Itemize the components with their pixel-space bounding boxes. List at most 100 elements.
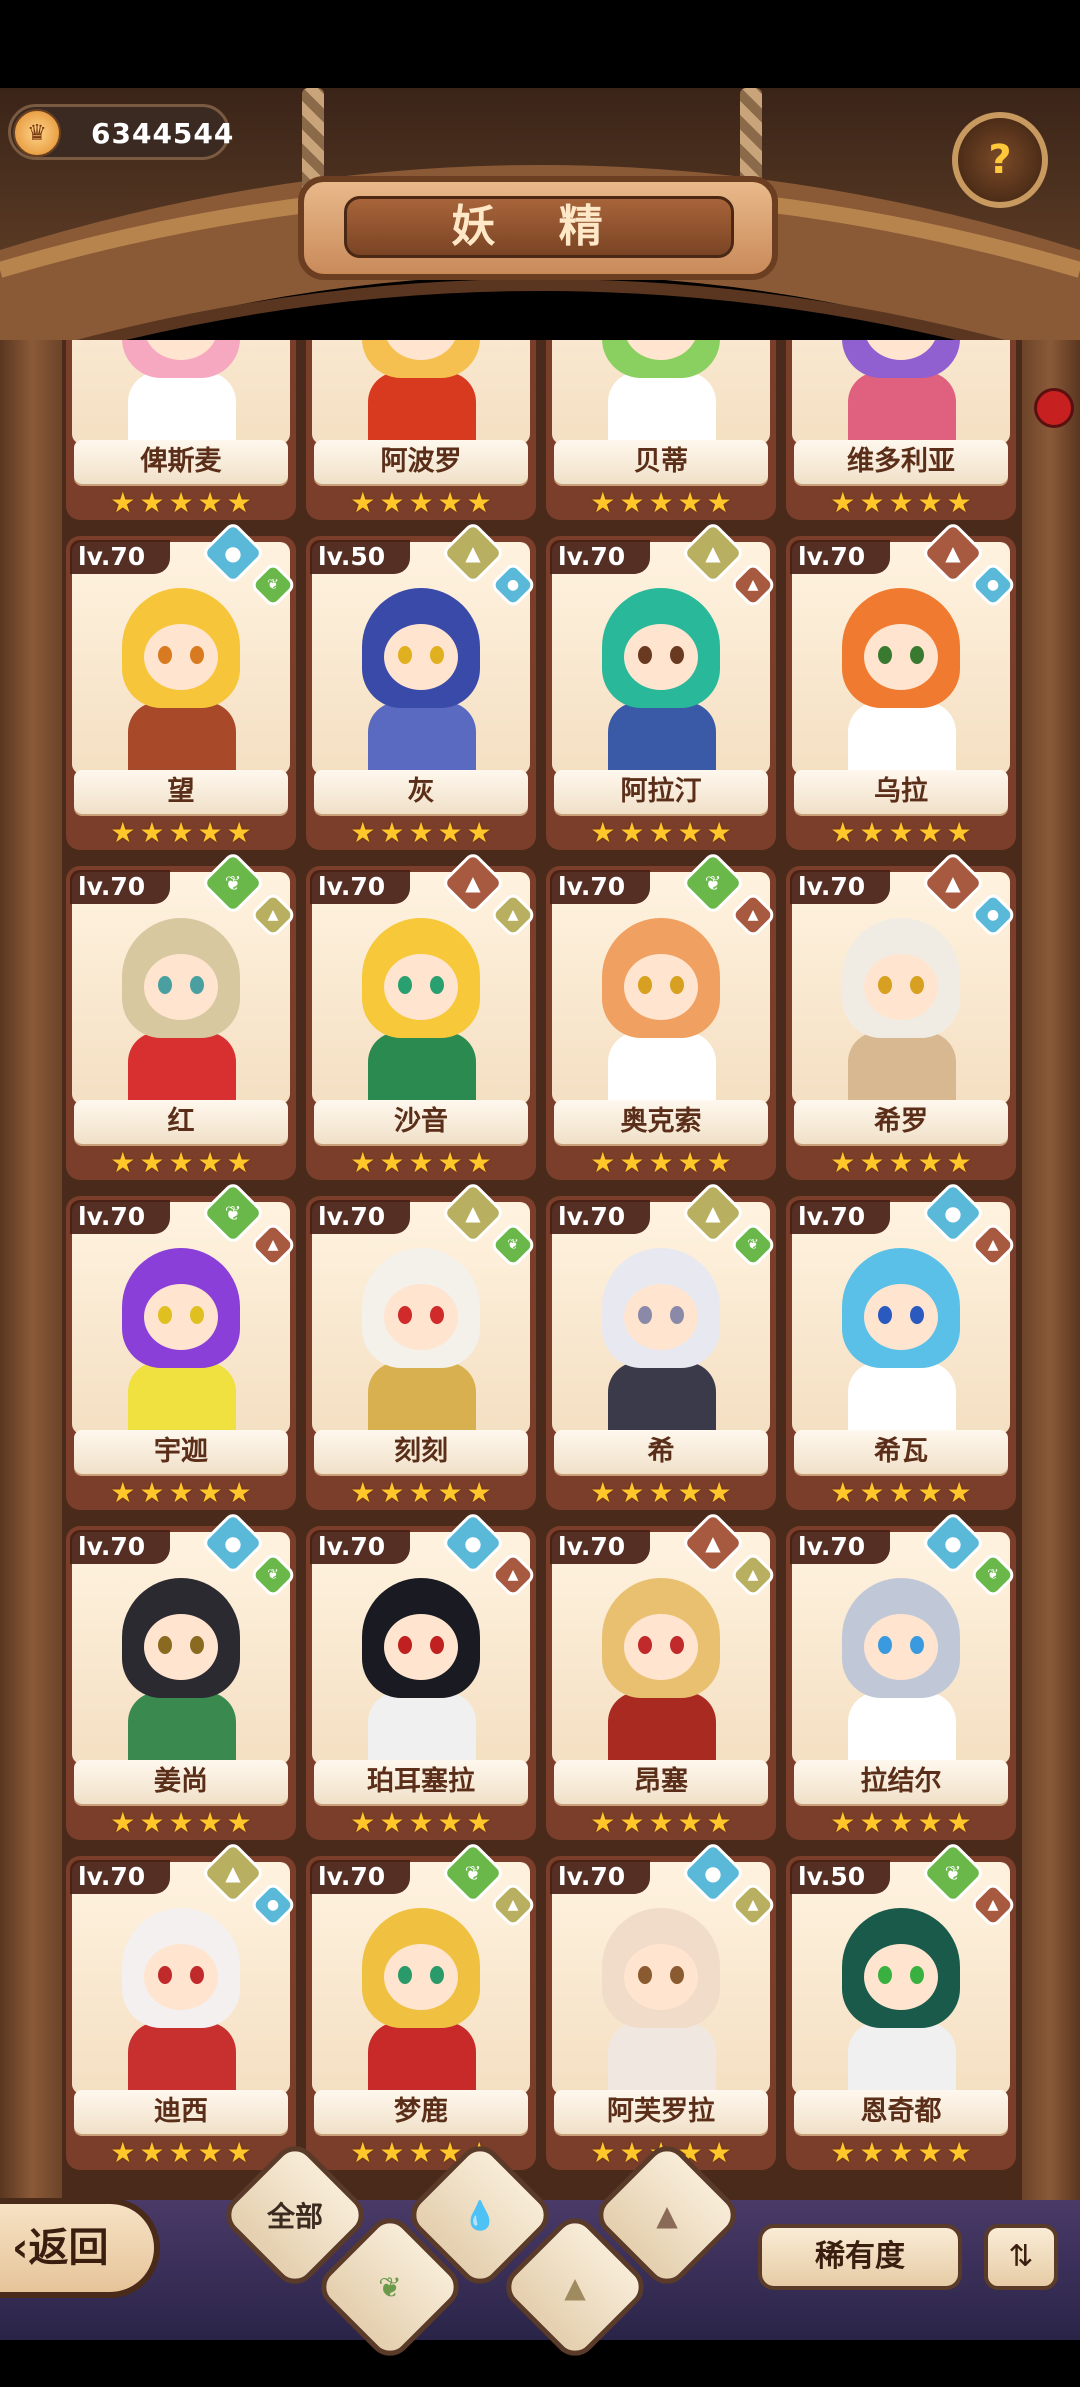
- portrait-outfit: [608, 2022, 716, 2094]
- star-icon: ★: [917, 2136, 943, 2169]
- portrait-face: [384, 1284, 458, 1350]
- portrait-outfit: [848, 2022, 956, 2094]
- star-icon: ★: [437, 1476, 463, 1509]
- portrait-eye: [670, 646, 684, 664]
- portrait-outfit: [848, 1032, 956, 1104]
- star-icon: ★: [466, 486, 492, 519]
- fairy-name: 阿芙罗拉: [554, 2090, 768, 2134]
- star-icon: ★: [677, 1806, 703, 1839]
- star-icon: ★: [110, 1476, 136, 1509]
- star-icon: ★: [110, 1146, 136, 1179]
- back-button[interactable]: ‹返回: [0, 2198, 160, 2298]
- chevron-left-icon: ‹: [12, 2225, 29, 2271]
- portrait-eye: [190, 1636, 204, 1654]
- fairy-card[interactable]: 阿波罗 ★ ★ ★ ★ ★: [306, 340, 536, 520]
- star-rating: ★★★★★: [306, 1148, 536, 1180]
- star-icon: ★: [379, 816, 405, 849]
- portrait-outfit: [368, 1032, 476, 1104]
- portrait-face: [624, 624, 698, 690]
- level-badge: lv.70: [550, 870, 650, 904]
- star-icon: ★: [197, 1146, 223, 1179]
- level-badge: lv.70: [70, 540, 170, 574]
- portrait-face: [864, 1284, 938, 1350]
- fairy-card[interactable]: lv.50 ❦ ▲ 恩奇都 ★ ★ ★ ★ ★: [786, 1840, 1018, 2170]
- portrait-face: [864, 624, 938, 690]
- portrait-eye: [670, 976, 684, 994]
- portrait-outfit: [368, 2022, 476, 2094]
- star-icon: ★: [168, 816, 194, 849]
- back-label: 返回: [28, 2225, 109, 2271]
- star-icon: ★: [706, 1806, 732, 1839]
- fairy-card[interactable]: lv.70❦▲梦鹿★★★★★: [306, 1840, 538, 2170]
- star-icon: ★: [350, 1146, 376, 1179]
- star-icon: ★: [946, 1146, 972, 1179]
- star-icon: ★: [917, 1476, 943, 1509]
- star-icon: ★: [110, 486, 136, 519]
- star-rating: ★★★★★: [786, 1148, 1016, 1180]
- fairy-card[interactable]: lv.70 ▲ ▲ 阿拉汀 ★ ★ ★ ★ ★: [546, 520, 778, 850]
- fairy-name: 珀耳塞拉: [314, 1760, 528, 1804]
- fairy-card[interactable]: lv.70 ▲ ❦ 希 ★ ★ ★ ★ ★: [546, 1180, 778, 1510]
- star-icon: ★: [197, 486, 223, 519]
- star-icon: ★: [226, 486, 252, 519]
- star-icon: ★: [888, 486, 914, 519]
- star-icon: ★: [350, 1806, 376, 1839]
- star-icon: ★: [168, 1806, 194, 1839]
- portrait-eye: [158, 1636, 172, 1654]
- star-rating: ★★★★★: [306, 488, 536, 520]
- star-icon: ★: [859, 1476, 885, 1509]
- frame-right: [1020, 340, 1080, 2200]
- star-icon: ★: [888, 2136, 914, 2169]
- portrait-eye: [638, 976, 652, 994]
- rarity-sort-button[interactable]: 稀有度: [758, 2224, 962, 2290]
- star-icon: ★: [946, 816, 972, 849]
- star-icon: ★: [830, 486, 856, 519]
- fairy-card[interactable]: lv.70 ▲ ▲ 沙音 ★ ★ ★ ★ ★: [306, 850, 538, 1180]
- fairy-card[interactable]: lv.70 ▲ ❦ 刻刻 ★ ★ ★ ★ ★: [306, 1180, 538, 1510]
- star-icon: ★: [859, 1806, 885, 1839]
- portrait-face: [624, 954, 698, 1020]
- level-badge: lv.70: [790, 540, 890, 574]
- star-icon: ★: [830, 1146, 856, 1179]
- fairy-card[interactable]: lv.70 ● ▲ 珀耳塞拉 ★ ★ ★ ★ ★: [306, 1510, 538, 1840]
- portrait-outfit: [368, 372, 476, 444]
- fire-mountain-icon: ▲: [656, 2198, 678, 2232]
- fairy-card[interactable]: lv.70 ▲ ● 迪西 ★ ★ ★ ★ ★: [66, 1840, 298, 2170]
- star-icon: ★: [590, 1806, 616, 1839]
- fairy-card[interactable]: 维多利亚 ★ ★ ★ ★ ★: [786, 340, 1016, 520]
- portrait-eye: [430, 1966, 444, 1984]
- help-button[interactable]: ?: [952, 112, 1048, 208]
- portrait-outfit: [368, 702, 476, 774]
- portrait-eye: [670, 1306, 684, 1324]
- fairy-card[interactable]: lv.70 ▲ ● 乌拉 ★ ★ ★ ★ ★: [786, 520, 1018, 850]
- star-icon: ★: [197, 1806, 223, 1839]
- fairy-card[interactable]: lv.50 ▲ ● 灰 ★ ★ ★ ★ ★: [306, 520, 538, 850]
- star-icon: ★: [379, 486, 405, 519]
- fairy-card[interactable]: lv.70 ❦ ▲ 红 ★ ★ ★ ★ ★: [66, 850, 298, 1180]
- star-icon: ★: [226, 1806, 252, 1839]
- fairy-grid[interactable]: 俾斯麦 ★ ★ ★ ★ ★ 阿波罗 ★ ★ ★ ★ ★ 贝蒂 ★ ★ ★ ★ ★ 维多利亚 ★ ★ ★ ★ ★ lv.70 ● ❦ 望…: [62, 340, 1022, 2200]
- fairy-name: 望: [74, 770, 288, 814]
- fairy-card[interactable]: 俾斯麦 ★ ★ ★ ★ ★: [66, 340, 296, 520]
- portrait-outfit: [608, 702, 716, 774]
- fairy-card[interactable]: lv.70 ● ❦ 拉结尔 ★ ★ ★ ★ ★: [786, 1510, 1018, 1840]
- fairy-portrait: [552, 340, 770, 444]
- star-icon: ★: [648, 486, 674, 519]
- fairy-card[interactable]: lv.70 ▲ ● 希罗 ★ ★ ★ ★ ★: [786, 850, 1018, 1180]
- star-rating: ★★★★★: [546, 1808, 776, 1840]
- fairy-name: 恩奇都: [794, 2090, 1008, 2134]
- fairy-card[interactable]: lv.70 ● ❦ 姜尚 ★ ★ ★ ★ ★: [66, 1510, 298, 1840]
- fairy-card[interactable]: lv.70 ● ❦ 望 ★ ★ ★ ★ ★: [66, 520, 298, 850]
- fairy-card[interactable]: lv.70 ▲ ▲ 昂塞 ★ ★ ★ ★ ★: [546, 1510, 778, 1840]
- sort-order-button[interactable]: ⇅: [984, 2224, 1058, 2290]
- level-badge: lv.70: [310, 1860, 410, 1894]
- star-rating: ★★★★★: [546, 818, 776, 850]
- fairy-card[interactable]: lv.70 ● ▲ 希瓦 ★ ★ ★ ★ ★: [786, 1180, 1018, 1510]
- fairy-card[interactable]: lv.70●▲阿芙罗拉★★★★★: [546, 1840, 778, 2170]
- fairy-portrait: [72, 340, 290, 444]
- fairy-card[interactable]: lv.70 ❦ ▲ 宇迦 ★ ★ ★ ★ ★: [66, 1180, 298, 1510]
- fairy-card[interactable]: 贝蒂 ★ ★ ★ ★ ★: [546, 340, 776, 520]
- portrait-outfit: [128, 702, 236, 774]
- fairy-card[interactable]: lv.70 ❦ ▲ 奥克索 ★ ★ ★ ★ ★: [546, 850, 778, 1180]
- star-icon: ★: [408, 1146, 434, 1179]
